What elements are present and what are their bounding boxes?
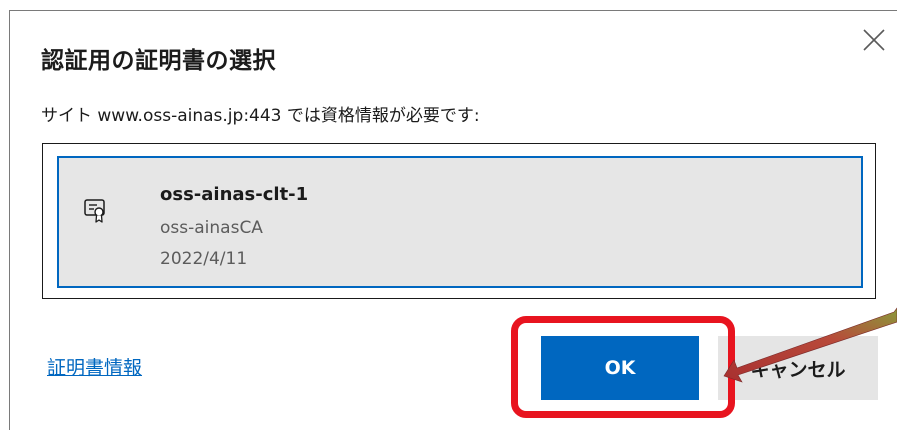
cancel-button[interactable]: キャンセル — [718, 336, 878, 400]
certificate-issuer: oss-ainasCA — [160, 218, 263, 238]
certificate-name: oss-ainas-clt-1 — [160, 184, 309, 205]
certificate-icon — [84, 199, 105, 223]
certificate-date: 2022/4/11 — [160, 249, 248, 269]
dialog-subtitle: サイト www.oss-ainas.jp:443 では資格情報が必要です: — [41, 106, 480, 126]
ok-button[interactable]: OK — [541, 336, 699, 400]
certificate-list: oss-ainas-clt-1 oss-ainasCA 2022/4/11 — [42, 143, 876, 299]
certificate-list-item[interactable]: oss-ainas-clt-1 oss-ainasCA 2022/4/11 — [57, 156, 863, 288]
close-icon[interactable] — [858, 24, 890, 56]
certificate-info-link[interactable]: 証明書情報 — [47, 355, 142, 381]
dialog-title: 認証用の証明書の選択 — [41, 48, 276, 74]
